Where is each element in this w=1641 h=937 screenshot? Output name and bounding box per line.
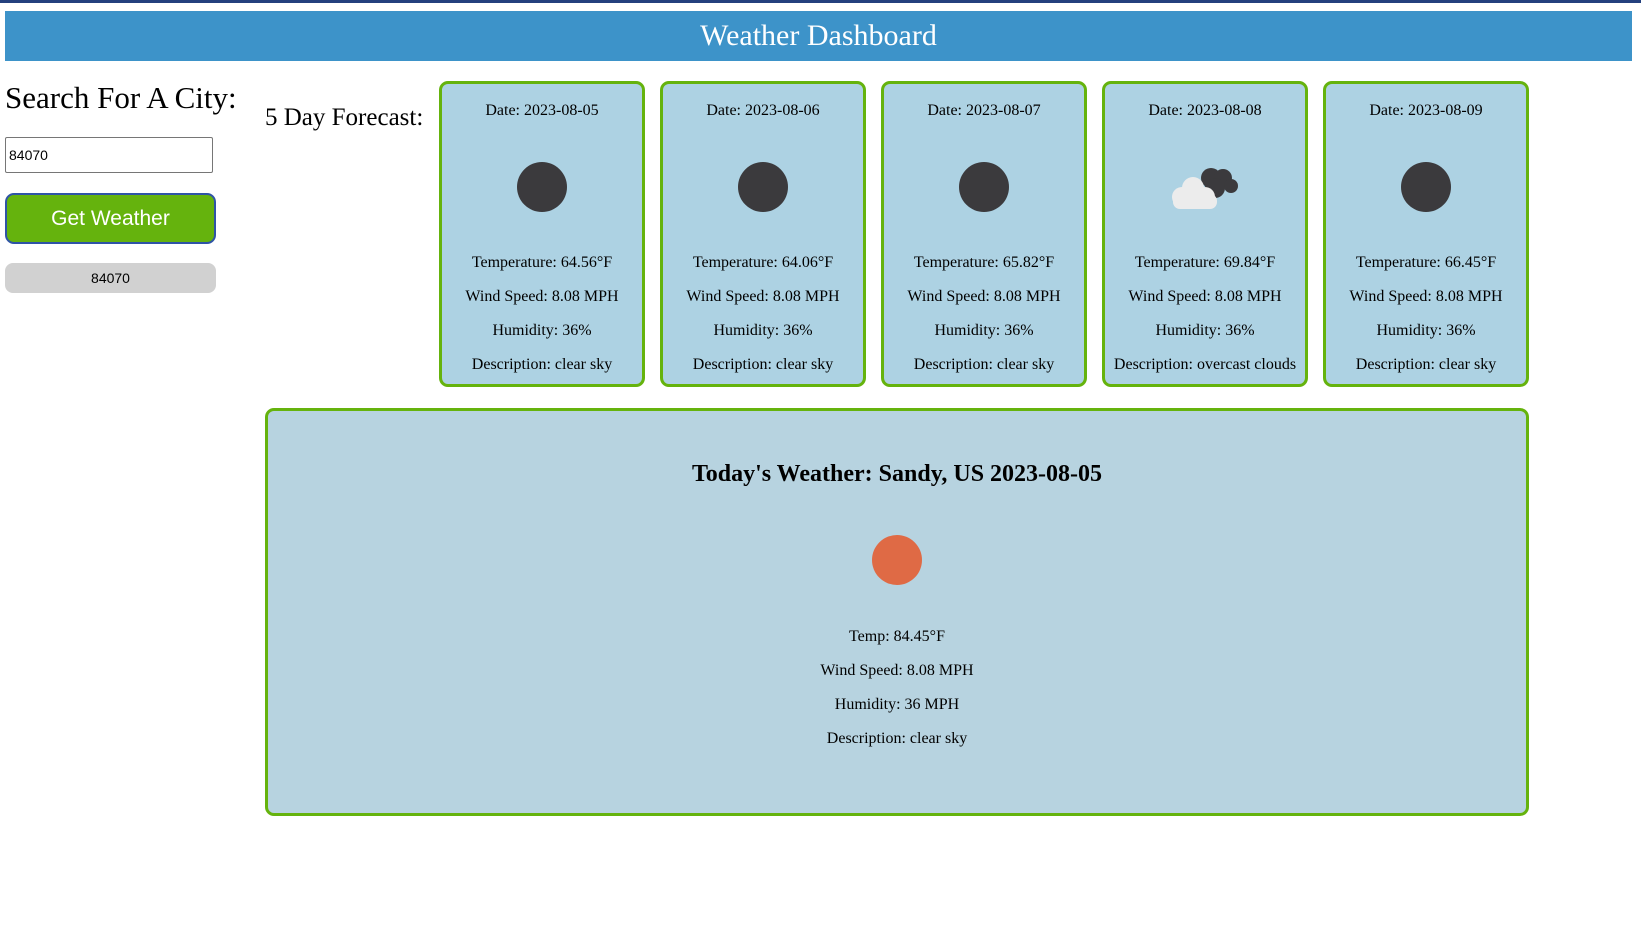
clear-sky-icon xyxy=(1401,162,1451,212)
forecast-card: Date: 2023-08-07 Temperature: 65.82°F Wi… xyxy=(881,81,1087,387)
page-title: Weather Dashboard xyxy=(700,19,937,52)
forecast-date: Date: 2023-08-06 xyxy=(706,102,820,119)
forecast-description: Description: clear sky xyxy=(1355,356,1497,373)
forecast-card: Date: 2023-08-05 Temperature: 64.56°F Wi… xyxy=(439,81,645,387)
today-wind: Wind Speed: 8.08 MPH xyxy=(820,662,974,679)
forecast-description: Description: clear sky xyxy=(913,356,1055,373)
forecast-humidity: Humidity: 36% xyxy=(492,322,592,339)
forecast-wind: Wind Speed: 8.08 MPH xyxy=(686,288,840,305)
forecast-card: Date: 2023-08-06 Temperature: 64.06°F Wi… xyxy=(660,81,866,387)
forecast-humidity: Humidity: 36% xyxy=(713,322,813,339)
clear-sky-icon xyxy=(959,162,1009,212)
forecast-description: Description: clear sky xyxy=(471,356,613,373)
forecast-humidity: Humidity: 36% xyxy=(1376,322,1476,339)
today-description: Description: clear sky xyxy=(826,730,968,747)
today-humidity: Humidity: 36 MPH xyxy=(834,696,960,713)
forecast-date: Date: 2023-08-07 xyxy=(927,102,1041,119)
clear-sky-icon xyxy=(517,162,567,212)
forecast-temperature: Temperature: 66.45°F xyxy=(1355,254,1497,271)
clear-sky-icon xyxy=(738,162,788,212)
forecast-label: 5 Day Forecast: xyxy=(265,104,424,131)
city-search-input[interactable] xyxy=(5,137,213,173)
forecast-temperature: Temperature: 64.56°F xyxy=(471,254,613,271)
overcast-clouds-icon xyxy=(1169,164,1241,217)
forecast-temperature: Temperature: 65.82°F xyxy=(913,254,1055,271)
sun-icon xyxy=(872,535,922,585)
search-title: Search For A City: xyxy=(5,80,237,115)
today-weather-panel: Today's Weather: Sandy, US 2023-08-05 Te… xyxy=(265,408,1529,816)
forecast-temperature: Temperature: 64.06°F xyxy=(692,254,834,271)
page-header: Weather Dashboard xyxy=(5,11,1632,61)
get-weather-button[interactable]: Get Weather xyxy=(5,193,216,244)
forecast-wind: Wind Speed: 8.08 MPH xyxy=(907,288,1061,305)
forecast-temperature: Temperature: 69.84°F xyxy=(1134,254,1276,271)
forecast-description: Description: overcast clouds xyxy=(1113,356,1297,373)
today-weather-title: Today's Weather: Sandy, US 2023-08-05 xyxy=(691,461,1103,487)
forecast-wind: Wind Speed: 8.08 MPH xyxy=(1128,288,1282,305)
search-history-item[interactable]: 84070 xyxy=(5,263,216,293)
forecast-wind: Wind Speed: 8.08 MPH xyxy=(1349,288,1503,305)
top-border xyxy=(0,0,1641,3)
forecast-date: Date: 2023-08-05 xyxy=(485,102,599,119)
forecast-description: Description: clear sky xyxy=(692,356,834,373)
today-temperature: Temp: 84.45°F xyxy=(849,628,945,645)
forecast-date: Date: 2023-08-08 xyxy=(1148,102,1262,119)
forecast-humidity: Humidity: 36% xyxy=(1155,322,1255,339)
forecast-card: Date: 2023-08-08 Temperature: 69.84°F Wi… xyxy=(1102,81,1308,387)
forecast-humidity: Humidity: 36% xyxy=(934,322,1034,339)
forecast-card: Date: 2023-08-09 Temperature: 66.45°F Wi… xyxy=(1323,81,1529,387)
forecast-date: Date: 2023-08-09 xyxy=(1369,102,1483,119)
forecast-wind: Wind Speed: 8.08 MPH xyxy=(465,288,619,305)
